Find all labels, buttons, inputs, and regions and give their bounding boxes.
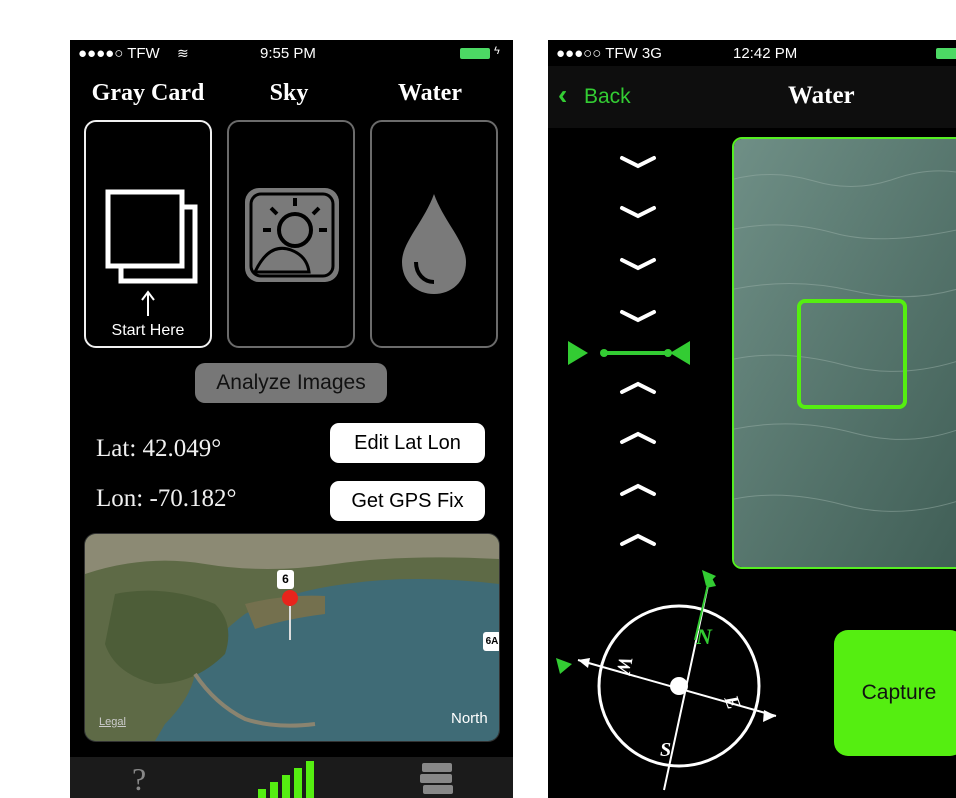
- books-tab-icon[interactable]: [418, 757, 458, 798]
- tilt-chevron-down: [620, 258, 656, 271]
- map-pin-icon[interactable]: [282, 590, 298, 606]
- compass: N E S W: [556, 570, 777, 791]
- route-shield-icon-2: 6A: [483, 632, 499, 651]
- level-left-arrow-icon: [568, 341, 588, 365]
- battery-icon-2: [936, 48, 956, 59]
- tilt-chevron-up: [620, 483, 656, 496]
- start-here-label: Start Here: [111, 322, 185, 339]
- help-tab-icon[interactable]: ?: [132, 761, 146, 798]
- map-place-label: North: [451, 710, 488, 727]
- back-chevron-icon: ‹: [558, 79, 568, 110]
- compass-n-label: N: [695, 624, 713, 649]
- map-image: [85, 534, 499, 741]
- charging-icon: ϟ: [494, 45, 500, 57]
- analyze-images-button[interactable]: Analyze Images: [195, 363, 387, 403]
- compass-w-label: W: [612, 654, 637, 677]
- navigation-bar: ‹ Back Water: [548, 66, 956, 128]
- map-legal-link[interactable]: Legal: [99, 716, 126, 728]
- status-time: 9:55 PM: [260, 45, 316, 62]
- gray-card-icon: [105, 189, 198, 316]
- get-gps-fix-button[interactable]: Get GPS Fix: [330, 481, 485, 521]
- gray-card-tile[interactable]: Start Here: [84, 120, 212, 348]
- satellite-map[interactable]: 6 6A Legal North: [84, 533, 500, 742]
- back-label: Back: [584, 85, 631, 108]
- tilt-chevron-down: [620, 156, 656, 169]
- gray-card-label: Gray Card: [91, 80, 205, 106]
- latitude-value: Lat: 42.049°: [96, 435, 222, 462]
- right-phone-screen: ●●●○○ TFW 3G 12:42 PM ‹ Back Water N E S…: [548, 40, 956, 798]
- status-bar-2: ●●●○○ TFW 3G 12:42 PM: [548, 40, 956, 66]
- compass-s-label: S: [660, 739, 671, 761]
- sky-icon: [245, 188, 339, 282]
- sky-tile[interactable]: [227, 120, 355, 348]
- compass-e-label: E: [719, 692, 745, 713]
- water-drop-icon: [402, 194, 466, 294]
- tilt-chevron-down: [620, 310, 656, 323]
- status-time-2: 12:42 PM: [733, 45, 798, 62]
- tab-bar: ?: [70, 757, 513, 798]
- tilt-chevron-up: [620, 533, 656, 546]
- tilt-chevron-up: [620, 431, 656, 444]
- level-right-arrow-icon: [670, 341, 690, 365]
- map-pin-stem: [289, 606, 291, 640]
- edit-lat-lon-button[interactable]: Edit Lat Lon: [330, 423, 485, 463]
- battery-icon: [460, 48, 490, 59]
- camera-preview[interactable]: [732, 137, 956, 569]
- tilt-chevron-down: [620, 206, 656, 219]
- status-bar: ●●●●○ TFW ≋ 9:55 PM ϟ: [70, 40, 513, 66]
- sky-label: Sky: [269, 80, 309, 106]
- metering-target-box: [797, 299, 907, 409]
- left-phone-screen: ●●●●○ TFW ≋ 9:55 PM ϟ Gray Card Sky Wate…: [70, 40, 513, 798]
- screen-title: Water: [788, 82, 855, 109]
- compass-west-marker-icon: [556, 658, 572, 674]
- capture-button[interactable]: Capture: [834, 630, 956, 756]
- route-shield-icon: 6: [277, 570, 294, 589]
- water-label: Water: [398, 80, 462, 106]
- carrier-label: ●●●●○ TFW: [78, 45, 160, 62]
- tilt-chevron-up: [620, 381, 656, 394]
- wifi-icon: ≋: [177, 45, 189, 61]
- longitude-value: Lon: -70.182°: [96, 485, 237, 512]
- tilt-level-indicator[interactable]: [558, 150, 708, 570]
- water-tile[interactable]: [370, 120, 498, 348]
- carrier-label-2: ●●●○○ TFW 3G: [556, 45, 662, 62]
- signal-tab-icon[interactable]: [256, 757, 326, 798]
